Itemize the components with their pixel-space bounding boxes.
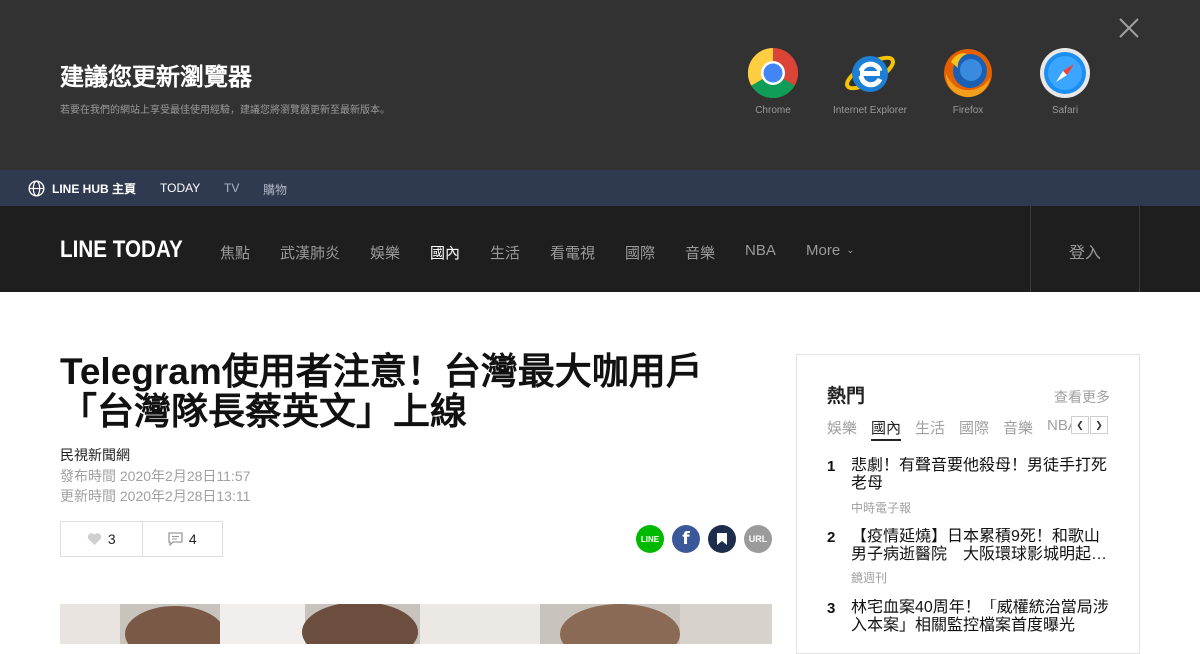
browser-chrome-label: Chrome [755, 105, 791, 116]
sidebar-tabs-next-button[interactable]: ❯ [1090, 416, 1108, 434]
share-facebook-button[interactable]: f [672, 525, 700, 553]
heart-icon [87, 533, 102, 545]
article-published-time: 發布時間 2020年2月28日11:57 [60, 468, 251, 484]
share-line-button[interactable]: LINE [636, 525, 664, 553]
browser-firefox-link[interactable]: Firefox [928, 48, 1008, 118]
sidebar-more-link[interactable]: 查看更多 [1054, 387, 1110, 407]
comment-icon [168, 532, 183, 546]
like-count: 3 [107, 531, 116, 547]
article-stats: 3 4 [60, 521, 223, 557]
article-source[interactable]: 民視新聞網 [60, 445, 130, 465]
sidebar-title: 熱門 [827, 386, 866, 407]
chevron-right-icon: ❯ [1095, 419, 1103, 430]
nav-item-focus[interactable]: 焦點 [220, 242, 250, 263]
banner-title: 建議您更新瀏覽器 [60, 64, 252, 91]
sidebar-tabs-prev-button[interactable]: ❮ [1071, 416, 1089, 434]
sidebar-tab-music[interactable]: 音樂 [1003, 417, 1033, 438]
url-icon: URL [748, 534, 768, 544]
sidebar-tab-entertainment[interactable]: 娛樂 [827, 417, 857, 438]
browser-chrome-link[interactable]: Chrome [733, 48, 813, 118]
sidebar-tab-domestic[interactable]: 國內 [871, 417, 902, 441]
close-icon [1119, 18, 1139, 38]
login-box: 登入 [1030, 206, 1140, 292]
article-image [60, 604, 772, 644]
nav-item-entertainment[interactable]: 娛樂 [370, 242, 400, 263]
nav-item-music[interactable]: 音樂 [685, 242, 715, 263]
nav-item-nba[interactable]: NBA [745, 242, 776, 259]
popular-sidebar: 熱門 查看更多 娛樂 國內 生活 國際 音樂 NBA ❮ ❯ 1 悲劇！有聲音要… [796, 354, 1140, 654]
keep-bookmark-button[interactable] [708, 525, 736, 553]
browser-firefox-label: Firefox [952, 105, 984, 116]
comment-count: 4 [188, 531, 197, 547]
close-banner-button[interactable] [1116, 15, 1142, 41]
line-hub-home-label: LINE HUB 主頁 [52, 182, 137, 196]
news-title[interactable]: 【疫情延燒】日本累積9死！和歌山男子病逝醫院 大阪環球影城明起… [851, 528, 1113, 564]
news-title[interactable]: 悲劇！有聲音要他殺母！男徒手打死老母 [851, 457, 1113, 493]
banner-subtitle: 若要在我們的網站上享受最佳使用經驗，建議您將瀏覽器更新至最新版本。 [60, 105, 390, 116]
sidebar-tab-life[interactable]: 生活 [915, 417, 945, 438]
comment-button[interactable]: 4 [141, 522, 223, 556]
nav-item-international[interactable]: 國際 [625, 242, 655, 263]
browser-ie-label: Internet Explorer [833, 105, 907, 116]
news-rank: 1 [827, 458, 836, 475]
chrome-icon [748, 48, 798, 98]
news-rank: 2 [827, 529, 836, 546]
browser-safari-link[interactable]: Safari [1025, 48, 1105, 118]
news-source: 中時電子報 [851, 501, 912, 515]
nav-item-life[interactable]: 生活 [490, 242, 520, 263]
line-today-logo[interactable]: LINE TODAY [60, 236, 183, 264]
browser-update-banner: 建議您更新瀏覽器 若要在我們的網站上享受最佳使用經驗，建議您將瀏覽器更新至最新版… [0, 0, 1200, 170]
nav-item-more[interactable]: More ⌄ [806, 242, 855, 259]
copy-url-button[interactable]: URL [744, 525, 772, 553]
nav-more-label: More [806, 242, 841, 259]
firefox-icon [943, 48, 993, 98]
news-rank: 3 [827, 600, 836, 617]
line-icon: LINE [640, 534, 660, 544]
hub-link-shopping[interactable]: 購物 [263, 181, 287, 198]
hub-link-today[interactable]: TODAY [160, 181, 200, 195]
chevron-left-icon: ❮ [1076, 419, 1084, 430]
sidebar-tab-nba[interactable]: NBA [1047, 417, 1071, 434]
internet-explorer-icon [845, 48, 895, 98]
hub-link-tv[interactable]: TV [224, 181, 239, 195]
nav-item-wuhan-pneumonia[interactable]: 武漢肺炎 [280, 242, 340, 263]
main-navigation: LINE TODAY 焦點 武漢肺炎 娛樂 國內 生活 看電視 國際 音樂 NB… [0, 206, 1200, 292]
browser-safari-label: Safari [1051, 105, 1079, 116]
news-source: 鏡週刊 [851, 571, 888, 585]
chevron-down-icon: ⌄ [846, 245, 855, 256]
browser-ie-link[interactable]: Internet Explorer [830, 48, 910, 118]
sidebar-tab-international[interactable]: 國際 [959, 417, 989, 438]
line-hub-bar: LINE HUB 主頁 TODAY TV 購物 [0, 170, 1200, 206]
facebook-icon: f [682, 529, 690, 549]
nav-item-domestic[interactable]: 國內 [430, 242, 460, 263]
globe-icon [28, 180, 45, 197]
safari-icon [1040, 48, 1090, 98]
like-button[interactable]: 3 [61, 522, 142, 556]
login-button[interactable]: 登入 [1031, 239, 1139, 263]
bookmark-icon [717, 533, 727, 545]
article-updated-time: 更新時間 2020年2月28日13:11 [60, 488, 251, 504]
article-title: Telegram使用者注意！台灣最大咖用戶「台灣隊長蔡英文」上線 [60, 351, 703, 432]
line-hub-home-link[interactable]: LINE HUB 主頁 [28, 180, 136, 197]
nav-item-tv[interactable]: 看電視 [550, 242, 595, 263]
